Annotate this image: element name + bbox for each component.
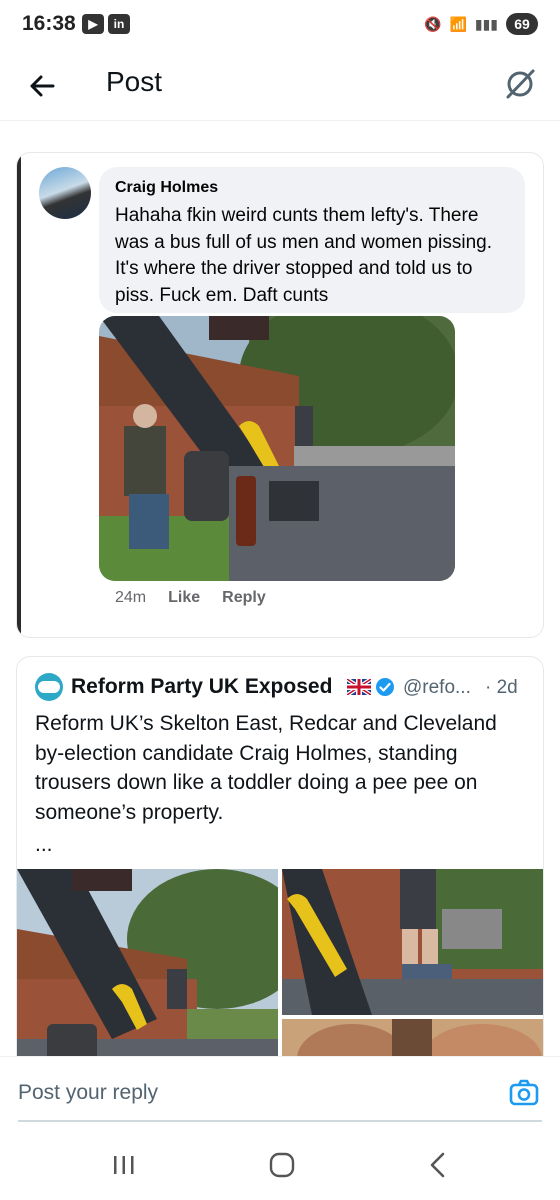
reply-divider [18,1120,542,1122]
quoted-show-more[interactable]: ... [35,833,53,857]
quoted-media-1[interactable] [17,869,278,1077]
play-icon: ▶ [82,14,104,34]
system-icons: 🔇 📶 ▮▮▮ 69 [424,13,538,35]
comment-author: Craig Holmes [115,179,219,196]
top-app-bar: Post [0,52,560,121]
reply-input[interactable]: Post your reply [18,1081,158,1105]
linkedin-icon: in [108,14,130,34]
home-button[interactable] [262,1148,302,1182]
wifi-icon: 📶 [449,15,467,32]
grok-icon [506,69,535,99]
chevron-left-icon [430,1152,445,1178]
quoted-author-name: Reform Party UK Exposed [71,675,333,698]
post-image-card[interactable]: Craig Holmes Hahaha fkin weird cunts the… [16,152,544,638]
recents-button[interactable] [104,1148,144,1182]
grok-button[interactable] [498,62,542,106]
reply-link[interactable]: Reply [222,589,266,607]
comment-photo [99,316,455,581]
notification-icons: ▶ in [82,14,130,34]
comment-time: 24m [115,589,147,606]
system-back-button[interactable] [418,1148,458,1182]
system-nav-bar [0,1130,560,1200]
quoted-text: Reform UK’s Skelton East, Redcar and Cle… [35,712,497,824]
like-link[interactable]: Like [168,589,200,607]
reply-composer[interactable]: Post your reply [0,1056,560,1123]
page-title: Post [106,66,163,97]
quoted-handle: @refo... [403,677,471,698]
quoted-post[interactable]: Reform Party UK Exposed @refo... · 2d Re… [16,656,544,1078]
battery-icon: 69 [506,13,538,35]
uk-flag-icon [347,679,371,695]
quoted-avatar [35,673,63,701]
verified-badge-icon [376,678,394,696]
back-button[interactable] [22,66,62,106]
home-icon [269,1152,295,1178]
signal-icon: ▮▮▮ [474,15,498,32]
quoted-time: · 2d [485,677,518,698]
comment-bubble: Craig Holmes Hahaha fkin weird cunts the… [99,167,525,313]
mute-icon: 🔇 [424,15,442,32]
camera-icon[interactable] [508,1077,540,1109]
thread-line [17,153,21,637]
arrow-left-icon [30,75,55,97]
comment-text: Hahaha fkin weird cunts them lefty's. Th… [115,205,493,306]
comment-actions: 24m Like Reply [115,589,266,607]
status-time: 16:38 [22,12,76,35]
commenter-avatar [39,167,91,219]
quoted-media-2[interactable] [282,869,543,1015]
recents-icon [114,1156,134,1174]
status-bar: 16:38 ▶ in 🔇 📶 ▮▮▮ 69 [0,0,560,52]
